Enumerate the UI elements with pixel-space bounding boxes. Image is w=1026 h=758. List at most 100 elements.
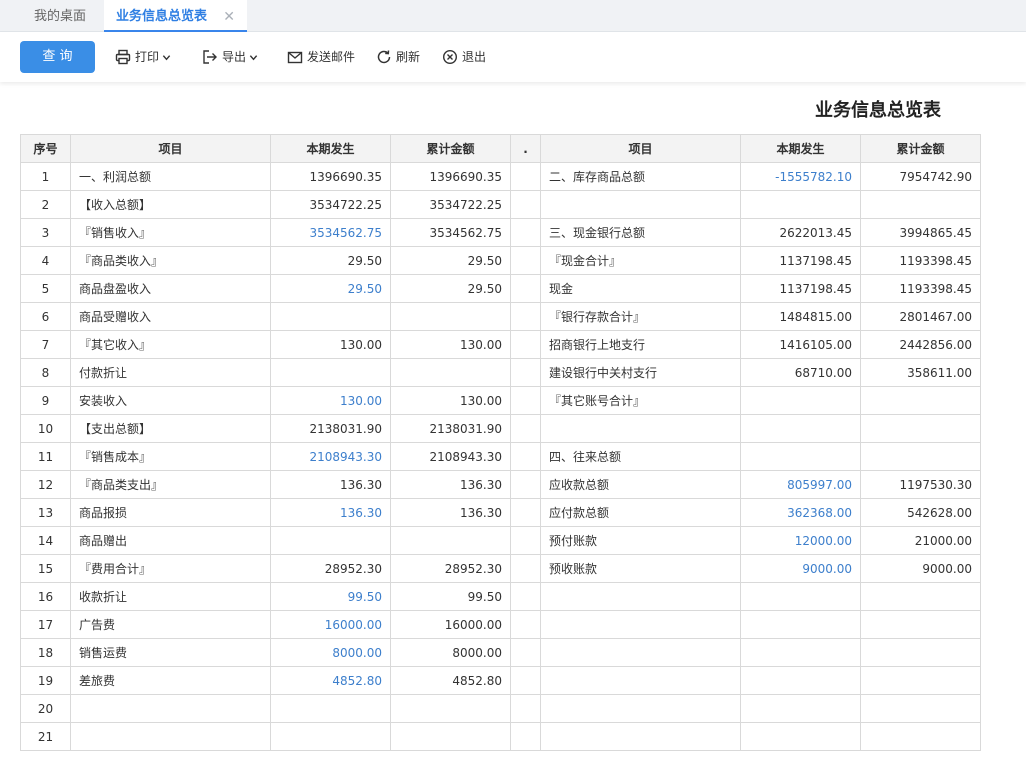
row-number: 6 [20, 302, 71, 331]
current-amount-cell-2[interactable]: 805997.00 [740, 470, 861, 499]
item-cell: 【收入总额】 [70, 190, 271, 219]
current-amount-cell[interactable]: 29.50 [270, 274, 391, 303]
item-cell-2 [540, 582, 741, 611]
export-icon [203, 50, 217, 64]
separator-cell [510, 218, 541, 247]
separator-cell [510, 554, 541, 583]
table-row: 8 付款折让 建设银行中关村支行 68710.00 358611.00 [20, 358, 981, 387]
item-cell-2: 『银行存款合计』 [540, 302, 741, 331]
row-number: 4 [20, 246, 71, 275]
accumulated-amount-cell-2 [860, 386, 981, 415]
current-amount-cell[interactable]: 8000.00 [270, 638, 391, 667]
item-cell-2: 三、现金银行总额 [540, 218, 741, 247]
current-amount-cell-2[interactable]: 12000.00 [740, 526, 861, 555]
item-cell-2 [540, 638, 741, 667]
current-amount-cell[interactable]: 16000.00 [270, 610, 391, 639]
item-cell-2: 四、往来总额 [540, 442, 741, 471]
tab-label: 我的桌面 [34, 9, 87, 24]
current-amount-cell-2[interactable]: 9000.00 [740, 554, 861, 583]
accumulated-amount-cell-2: 1193398.45 [860, 274, 981, 303]
mail-icon [287, 51, 303, 64]
export-button[interactable]: 导出 [202, 47, 258, 67]
col-header-current-2: 本期发生 [740, 134, 861, 163]
accumulated-amount-cell: 16000.00 [390, 610, 511, 639]
current-amount-cell[interactable]: 4852.80 [270, 666, 391, 695]
accumulated-amount-cell: 130.00 [390, 330, 511, 359]
item-cell-2: 二、库存商品总额 [540, 162, 741, 191]
current-amount-cell-2[interactable]: -1555782.10 [740, 162, 861, 191]
accumulated-amount-cell: 2138031.90 [390, 414, 511, 443]
current-amount-cell-2: 1137198.45 [740, 274, 861, 303]
query-button[interactable]: 查 询 [20, 41, 95, 73]
row-number: 15 [20, 554, 71, 583]
item-cell: 安装收入 [70, 386, 271, 415]
chevron-down-icon [162, 54, 171, 60]
col-header-separator: . [510, 134, 541, 163]
refresh-icon [377, 50, 391, 64]
accumulated-amount-cell-2: 2442856.00 [860, 330, 981, 359]
current-amount-cell: 130.00 [270, 330, 391, 359]
current-amount-cell-2[interactable]: 362368.00 [740, 498, 861, 527]
separator-cell [510, 610, 541, 639]
separator-cell [510, 526, 541, 555]
col-header-item: 项目 [70, 134, 271, 163]
separator-cell [510, 190, 541, 219]
current-amount-cell[interactable]: 136.30 [270, 498, 391, 527]
table-row: 4 『商品类收入』 29.50 29.50 『现金合计』 1137198.45 119339… [20, 246, 981, 275]
accumulated-amount-cell: 130.00 [390, 386, 511, 415]
current-amount-cell-2 [740, 694, 861, 723]
tab-business-overview[interactable]: 业务信息总览表 ✕ [104, 0, 247, 32]
send-mail-label: 发送邮件 [307, 50, 356, 64]
item-cell: 差旅费 [70, 666, 271, 695]
current-amount-cell-2: 1416105.00 [740, 330, 861, 359]
current-amount-cell [270, 302, 391, 331]
current-amount-cell[interactable]: 130.00 [270, 386, 391, 415]
separator-cell [510, 722, 541, 751]
item-cell-2 [540, 694, 741, 723]
col-header-accumulated: 累计金额 [390, 134, 511, 163]
accumulated-amount-cell-2: 21000.00 [860, 526, 981, 555]
table-row: 12 『商品类支出』 136.30 136.30 应收款总额 805997.00 11975… [20, 470, 981, 499]
table-row: 9 安装收入 130.00 130.00 『其它账号合计』 [20, 386, 981, 415]
send-mail-button[interactable]: 发送邮件 [287, 47, 355, 67]
accumulated-amount-cell-2 [860, 582, 981, 611]
item-cell-2: 招商银行上地支行 [540, 330, 741, 359]
item-cell-2: 预付账款 [540, 526, 741, 555]
tab-label: 业务信息总览表 [116, 9, 208, 24]
item-cell-2: 建设银行中关村支行 [540, 358, 741, 387]
item-cell-2 [540, 610, 741, 639]
refresh-button[interactable]: 刷新 [376, 47, 420, 67]
item-cell: 付款折让 [70, 358, 271, 387]
current-amount-cell[interactable]: 99.50 [270, 582, 391, 611]
tab-my-desktop[interactable]: 我的桌面 [34, 0, 86, 32]
current-amount-cell[interactable]: 2108943.30 [270, 442, 391, 471]
accumulated-amount-cell-2 [860, 666, 981, 695]
table-row: 5 商品盘盈收入 29.50 29.50 现金 1137198.45 1193398.45 [20, 274, 981, 303]
separator-cell [510, 442, 541, 471]
chevron-down-icon [249, 54, 258, 60]
table-row: 20 [20, 694, 981, 723]
table-row: 17 广告费 16000.00 16000.00 [20, 610, 981, 639]
current-amount-cell-2 [740, 582, 861, 611]
table-row: 15 『费用合计』 28952.30 28952.30 预收账款 9000.00 9000.… [20, 554, 981, 583]
item-cell-2: 『其它账号合计』 [540, 386, 741, 415]
separator-cell [510, 162, 541, 191]
exit-button[interactable]: 退出 [442, 47, 486, 67]
table-row: 18 销售运费 8000.00 8000.00 [20, 638, 981, 667]
item-cell: 『销售收入』 [70, 218, 271, 247]
current-amount-cell[interactable]: 3534562.75 [270, 218, 391, 247]
current-amount-cell [270, 694, 391, 723]
table-row: 16 收款折让 99.50 99.50 [20, 582, 981, 611]
item-cell-2: 应付款总额 [540, 498, 741, 527]
accumulated-amount-cell-2: 9000.00 [860, 554, 981, 583]
table-row: 7 『其它收入』 130.00 130.00 招商银行上地支行 1416105.00 244… [20, 330, 981, 359]
print-button[interactable]: 打印 [115, 47, 171, 67]
row-number: 11 [20, 442, 71, 471]
row-number: 18 [20, 638, 71, 667]
close-icon[interactable]: ✕ [223, 0, 235, 34]
accumulated-amount-cell-2: 1197530.30 [860, 470, 981, 499]
col-header-item-2: 项目 [540, 134, 741, 163]
refresh-label: 刷新 [396, 50, 421, 64]
separator-cell [510, 302, 541, 331]
accumulated-amount-cell-2 [860, 190, 981, 219]
